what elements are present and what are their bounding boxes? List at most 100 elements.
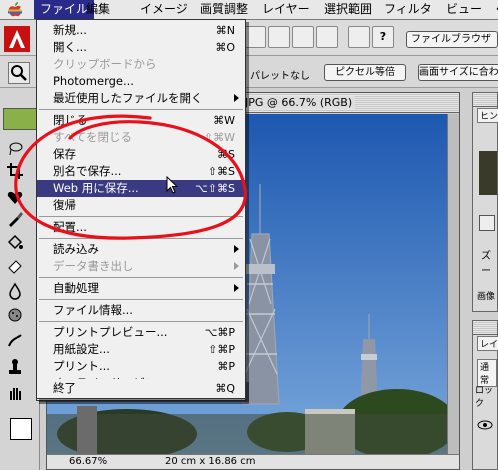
submenu-arrow-icon	[234, 94, 239, 102]
crop-tool-icon[interactable]	[6, 162, 24, 180]
menu-item-label: Photomerge...	[53, 74, 134, 88]
menu-item-new[interactable]: 新規... ⌘N	[37, 22, 245, 39]
menu-layer[interactable]: レイヤー	[256, 0, 316, 19]
file-menu-dropdown: 新規... ⌘N 開く... ⌘O クリップボードから Photomerge... …	[36, 19, 246, 401]
submenu-arrow-icon	[234, 262, 239, 270]
menu-item-save-as[interactable]: 別名で保存... ⇧⌘S	[37, 163, 245, 180]
menu-filter[interactable]: フィルタ	[378, 0, 438, 19]
fit-screen-button[interactable]: 画面サイズに合わせ	[418, 64, 498, 81]
menu-separator	[39, 321, 243, 322]
palette-header-eye-icon	[3, 108, 37, 130]
file-browser-button[interactable]: ファイルブラウザ	[406, 31, 498, 48]
navigator-title-bar[interactable]	[473, 93, 497, 107]
menu-item-label: 読み込み	[53, 242, 99, 256]
zoom-out-icon[interactable]	[479, 215, 495, 231]
lasso-tool-icon[interactable]	[6, 140, 24, 158]
menu-item-save-for-web[interactable]: Web 用に保存... ⌥⇧⌘S	[37, 180, 245, 197]
navigator-image-label: 画像	[477, 292, 496, 302]
submenu-arrow-icon	[234, 245, 239, 253]
apple-menu-icon[interactable]	[6, 2, 24, 18]
menu-item-label: 保存	[53, 147, 76, 161]
menu-item-shortcut: ⌘N	[215, 24, 235, 37]
menu-item-print-preview[interactable]: プリントプレビュー... ⌥⌘P	[37, 324, 245, 341]
hand-tool-icon[interactable]	[6, 384, 24, 402]
palette-label: パレットなし	[250, 71, 310, 82]
navigator-tab[interactable]: ヒン	[477, 108, 498, 123]
menu-item-shortcut: ⇧⌘S	[207, 165, 235, 178]
menu-item-open-recent[interactable]: 最近使用したファイルを開く	[37, 90, 245, 107]
menu-item-label: Web 用に保存...	[53, 181, 139, 195]
menu-item-import[interactable]: 読み込み	[37, 241, 245, 258]
menu-edit[interactable]: 編集	[80, 0, 116, 19]
menu-image[interactable]: イメージ	[134, 0, 194, 19]
new-doc-icon[interactable]	[244, 26, 266, 48]
menu-view[interactable]: ビュー	[440, 0, 488, 19]
menu-separator	[39, 238, 243, 239]
menu-item-shortcut: ⌘S	[217, 148, 235, 161]
menu-item-file-info[interactable]: ファイル情報...	[37, 302, 245, 319]
layers-tab[interactable]: レイ	[477, 336, 498, 351]
navigator-thumbnail[interactable]	[479, 151, 497, 195]
menu-item-label: プリントプレビュー...	[53, 325, 168, 339]
foreground-color-swatch[interactable]	[10, 418, 32, 440]
bucket-tool-icon[interactable]	[6, 234, 24, 252]
mouse-pointer-icon	[166, 175, 179, 194]
menu-item-label: 終了	[53, 381, 76, 395]
save-icon[interactable]	[292, 26, 314, 48]
menu-item-automate[interactable]: 自動処理	[37, 280, 245, 297]
print-icon[interactable]	[316, 26, 338, 48]
smudge-tool-icon[interactable]	[6, 332, 24, 350]
menu-item-shortcut: ⌘Q	[215, 382, 235, 395]
menu-item-place[interactable]: 配置...	[37, 219, 245, 236]
menu-item-shortcut: ⌘O	[215, 41, 235, 54]
zoom-level[interactable]: 66.67%	[69, 456, 107, 467]
menu-item-close[interactable]: 閉じる ⌘W	[37, 112, 245, 129]
document-title: JPG @ 66.7% (RGB)	[242, 96, 356, 109]
menu-item-quit[interactable]: 終了 ⌘Q	[37, 380, 245, 397]
vertical-scrollbar[interactable]	[447, 114, 459, 454]
menu-item-label: 復帰	[53, 198, 76, 212]
blur-tool-icon[interactable]	[6, 282, 24, 300]
menu-item-save[interactable]: 保存 ⌘S	[37, 146, 245, 163]
menu-item-shortcut: ⇧⌘P	[208, 343, 235, 356]
menu-item-page-setup[interactable]: 用紙設定... ⇧⌘P	[37, 341, 245, 358]
menu-adjust[interactable]: 画質調整	[194, 0, 254, 19]
status-bar: 66.67% 20 cm x 16.86 cm	[47, 454, 459, 469]
menu-separator	[39, 109, 243, 110]
menu-item-label: 開く...	[53, 40, 87, 54]
eraser-tool-icon[interactable]	[6, 256, 24, 274]
menu-separator	[39, 216, 243, 217]
menu-item-print[interactable]: プリント... ⌘P	[37, 358, 245, 375]
menu-item-label: 新規...	[53, 23, 87, 37]
menu-item-from-clipboard: クリップボードから	[37, 56, 245, 73]
stamp-tool-icon[interactable]	[6, 358, 24, 376]
menu-item-photomerge[interactable]: Photomerge...	[37, 73, 245, 90]
actual-pixels-button[interactable]: ピクセル等倍	[324, 64, 406, 81]
menu-item-shortcut: ⌘W	[213, 114, 235, 127]
tool-palette	[0, 88, 40, 470]
menu-item-shortcut: ⇧⌘W	[203, 131, 235, 144]
adobe-logo-icon[interactable]	[4, 26, 30, 52]
menu-select[interactable]: 選択範囲	[318, 0, 378, 19]
layer-visibility-eye-icon[interactable]	[477, 417, 493, 433]
zoom-tool-icon[interactable]	[8, 62, 30, 84]
menu-item-label: 配置...	[53, 220, 87, 234]
document-dimensions: 20 cm x 16.86 cm	[165, 456, 256, 467]
sponge-tool-icon[interactable]	[6, 306, 24, 324]
menu-item-revert[interactable]: 復帰	[37, 197, 245, 214]
menu-item-label: 用紙設定...	[53, 342, 110, 356]
layers-title-bar[interactable]	[473, 321, 497, 335]
navigator-zoom-label: ズー	[481, 251, 491, 277]
menu-item-open[interactable]: 開く... ⌘O	[37, 39, 245, 56]
menu-item-label: 自動処理	[53, 281, 99, 295]
lock-label: ロック	[475, 386, 494, 409]
submenu-arrow-icon	[234, 284, 239, 292]
heal-tool-icon[interactable]	[6, 188, 24, 206]
menu-overflow[interactable]: ・	[486, 0, 498, 19]
help-icon[interactable]: ?	[372, 26, 394, 48]
open-icon[interactable]	[268, 26, 290, 48]
menu-item-shortcut: ⌘P	[217, 360, 235, 373]
brush-tool-icon[interactable]	[6, 210, 24, 228]
menu-item-label: クリップボードから	[53, 57, 157, 71]
undo-icon[interactable]	[348, 26, 370, 48]
